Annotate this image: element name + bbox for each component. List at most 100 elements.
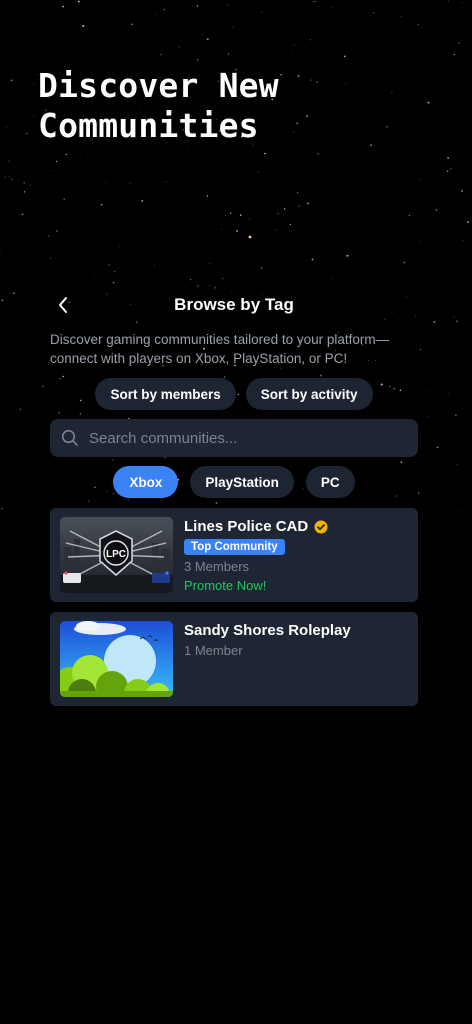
star <box>346 254 349 257</box>
member-count: 3 Members <box>184 559 250 574</box>
star <box>427 416 429 417</box>
browse-panel: Browse by Tag Discover gaming communitie… <box>50 288 418 706</box>
star <box>196 5 199 7</box>
star <box>165 181 167 183</box>
star <box>187 147 188 148</box>
star <box>131 23 133 26</box>
community-card-sandy-shores-roleplay[interactable]: Sandy Shores Roleplay 1 Member <box>50 612 418 706</box>
community-name-row: Sandy Shores Roleplay <box>184 622 351 639</box>
star <box>311 258 314 261</box>
star <box>104 181 106 183</box>
star <box>345 82 347 84</box>
star <box>163 9 165 10</box>
star <box>453 53 455 56</box>
star <box>248 218 250 220</box>
star <box>292 51 293 53</box>
sort-by-activity-button[interactable]: Sort by activity <box>245 378 373 410</box>
star <box>4 176 7 178</box>
star <box>370 144 372 146</box>
tag-xbox[interactable]: Xbox <box>113 466 179 498</box>
star <box>280 73 282 76</box>
star <box>257 171 259 173</box>
star <box>419 348 421 350</box>
star <box>225 215 226 216</box>
lpc-logo-text: LPC <box>106 549 126 560</box>
star <box>372 70 374 72</box>
top-community-badge: Top Community <box>184 539 285 555</box>
sort-by-members-button[interactable]: Sort by members <box>95 378 236 410</box>
star <box>343 55 346 58</box>
star <box>141 199 144 202</box>
community-name-row: Lines Police CAD <box>184 518 328 535</box>
star <box>408 214 410 216</box>
star <box>26 132 28 135</box>
page-title: Browse by Tag <box>174 295 294 314</box>
top-bar: Browse by Tag <box>50 288 418 324</box>
star <box>427 101 430 104</box>
page-description: Discover gaming communities tailored to … <box>50 332 390 366</box>
star <box>447 156 450 159</box>
tag-pc[interactable]: PC <box>305 466 355 498</box>
star <box>47 234 50 237</box>
star <box>378 213 380 215</box>
star <box>309 39 311 41</box>
star <box>1 508 3 510</box>
star <box>459 92 461 93</box>
star <box>112 281 115 284</box>
star <box>261 11 263 14</box>
verified-badge-icon <box>314 520 328 533</box>
star <box>52 170 54 171</box>
star <box>208 262 210 264</box>
star <box>428 391 430 393</box>
community-thumbnail: LPC <box>60 517 173 593</box>
star <box>221 277 224 280</box>
star <box>159 53 162 56</box>
search-input[interactable] <box>89 429 418 447</box>
community-card-lines-police-cad[interactable]: LPC Lines Police CAD Top Community 3 Mem… <box>50 508 418 602</box>
star <box>42 385 44 388</box>
star <box>5 127 7 128</box>
promote-now-link[interactable]: Promote Now! <box>184 578 328 593</box>
star <box>23 182 25 184</box>
star <box>178 46 181 48</box>
star <box>391 92 393 94</box>
star <box>129 182 131 184</box>
star <box>65 153 67 156</box>
tag-playstation[interactable]: PlayStation <box>190 466 294 498</box>
star <box>283 208 286 210</box>
star <box>317 152 319 155</box>
star <box>10 79 13 82</box>
star <box>341 166 343 167</box>
star <box>29 184 31 186</box>
star <box>450 168 452 170</box>
star <box>35 56 37 58</box>
star <box>232 26 234 28</box>
star <box>1 299 4 302</box>
star <box>310 79 312 81</box>
member-count: 1 Member <box>184 643 243 658</box>
star <box>8 176 10 178</box>
star <box>50 257 52 259</box>
search-bar <box>50 419 418 457</box>
star <box>458 148 460 149</box>
star <box>78 0 80 3</box>
community-info: Sandy Shores Roleplay 1 Member <box>184 621 351 697</box>
platform-tags: Xbox PlayStation PC <box>50 466 418 498</box>
star <box>239 214 242 216</box>
star <box>23 191 26 193</box>
star <box>220 228 223 230</box>
star <box>305 115 308 118</box>
star <box>108 263 111 266</box>
star <box>297 75 300 78</box>
star <box>264 152 266 155</box>
star <box>8 160 10 162</box>
star <box>386 125 389 128</box>
star <box>19 408 22 411</box>
star <box>206 195 209 197</box>
community-name: Sandy Shores Roleplay <box>184 622 351 639</box>
star <box>116 250 118 252</box>
star <box>458 42 460 44</box>
star <box>63 198 66 201</box>
star <box>155 13 157 15</box>
star <box>345 255 347 257</box>
